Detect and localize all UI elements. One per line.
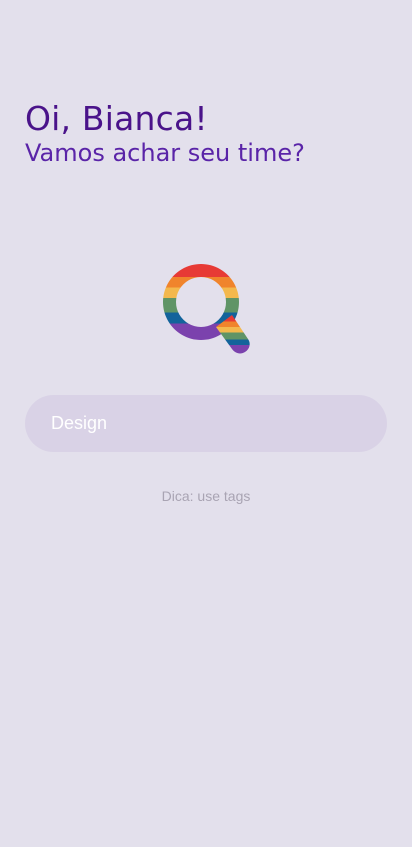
app-logo bbox=[162, 263, 252, 355]
rainbow-search-icon bbox=[162, 264, 250, 354]
search-input[interactable] bbox=[49, 412, 363, 435]
search-field[interactable] bbox=[25, 395, 387, 452]
search-hint: Dica: use tags bbox=[161, 488, 251, 504]
greeting-subtitle: Vamos achar seu time? bbox=[25, 139, 305, 167]
greeting-title: Oi, Bianca! bbox=[25, 99, 208, 138]
